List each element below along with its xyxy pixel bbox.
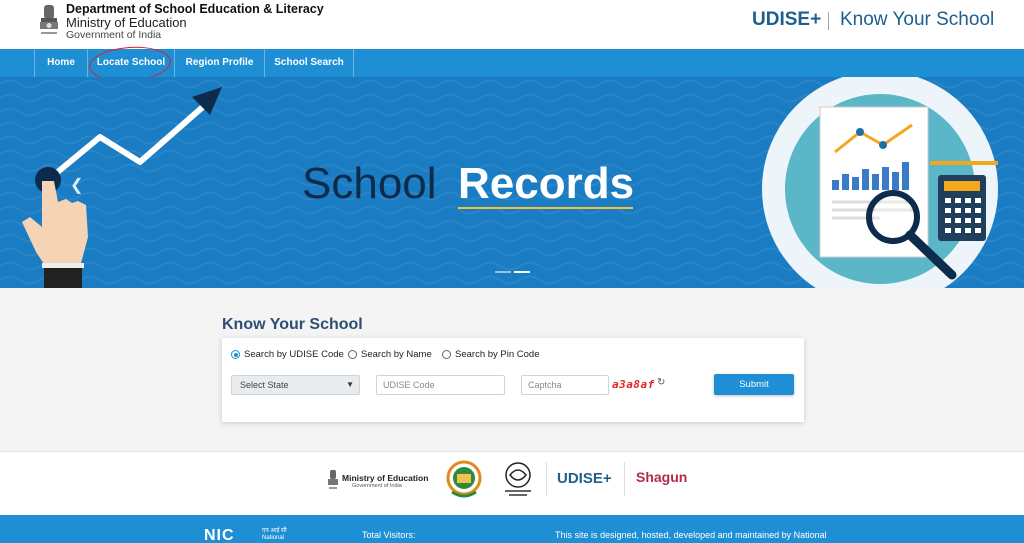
nic-english-text: National [262, 535, 285, 541]
radio-search-by-name[interactable]: Search by Name [348, 349, 432, 360]
partner-logos: Ministry of Education Government of Indi… [0, 451, 1024, 515]
radio-search-by-udise[interactable]: Search by UDISE Code [231, 349, 344, 360]
radio-label: Search by Pin Code [455, 349, 540, 360]
radio-icon[interactable] [348, 350, 357, 359]
search-section-title: Know Your School [222, 316, 363, 333]
hero-banner: ❮ School Records [0, 77, 1024, 288]
site-header: Department of School Education & Literac… [0, 0, 1024, 49]
carousel-indicator[interactable] [495, 271, 511, 273]
chevron-left-icon[interactable]: ❮ [70, 175, 83, 195]
moe-emblem-icon [328, 470, 338, 489]
nav-school-search[interactable]: School Search [265, 49, 354, 77]
udise-plus-logo[interactable]: UDISE+ [557, 470, 612, 487]
submit-button[interactable]: Submit [714, 374, 794, 395]
nav-home[interactable]: Home [34, 49, 88, 77]
department-name: Department of School Education & Literac… [66, 2, 324, 16]
samagra-shiksha-logo-icon[interactable] [446, 460, 482, 498]
radio-label: Search by UDISE Code [244, 349, 344, 360]
state-select[interactable]: Select State ▼ [231, 375, 360, 395]
radio-search-by-pin[interactable]: Search by Pin Code [442, 349, 540, 360]
search-form-card: Search by UDISE Code Search by Name Sear… [222, 338, 804, 422]
udise-code-input[interactable]: UDISE Code [376, 375, 505, 395]
brand-divider [828, 12, 829, 30]
main-nav: Home Locate School Region Profile School… [0, 49, 1024, 77]
banner-title-plain: School [302, 159, 437, 208]
nic-hindi-text: एन आई सी [262, 528, 287, 534]
banner-title-bold: Records [458, 159, 635, 208]
chevron-down-icon: ▼ [346, 380, 354, 389]
logo-divider [546, 462, 547, 496]
captcha-image: a3a8af [612, 378, 655, 391]
nic-logo[interactable]: NIC [204, 527, 235, 543]
know-your-school-logo[interactable]: Know Your School [840, 9, 994, 31]
nav-locate-school[interactable]: Locate School [88, 49, 175, 77]
carousel-indicator-active[interactable] [514, 271, 530, 273]
designed-by-text: This site is designed, hosted, developed… [555, 530, 827, 540]
ek-bharat-logo-icon[interactable] [501, 461, 535, 497]
shagun-logo[interactable]: Shagun [636, 469, 687, 485]
page: Department of School Education & Literac… [0, 0, 1024, 543]
radio-icon[interactable] [442, 350, 451, 359]
udise-brand-logo[interactable]: UDISE+ [752, 9, 821, 31]
moe-logo-text[interactable]: Ministry of Education [342, 473, 428, 483]
banner-title-underline [458, 207, 633, 209]
nav-region-profile[interactable]: Region Profile [175, 49, 265, 77]
government-name: Government of India [66, 29, 162, 41]
total-visitors-label: Total Visitors: [362, 530, 416, 540]
state-select-value: Select State [240, 380, 289, 390]
ministry-name: Ministry of Education [66, 15, 187, 30]
refresh-icon[interactable]: ↻ [657, 377, 665, 388]
radio-label: Search by Name [361, 349, 432, 360]
logo-divider [624, 462, 625, 496]
radio-selected-icon[interactable] [231, 350, 240, 359]
moe-logo-subtext: Government of India [352, 483, 402, 489]
captcha-input[interactable]: Captcha [521, 375, 609, 395]
national-emblem-icon [40, 5, 58, 34]
site-footer: NIC एन आई सी National Total Visitors: Th… [0, 515, 1024, 543]
nic-logo-caption: एन आई सी National [262, 528, 287, 542]
